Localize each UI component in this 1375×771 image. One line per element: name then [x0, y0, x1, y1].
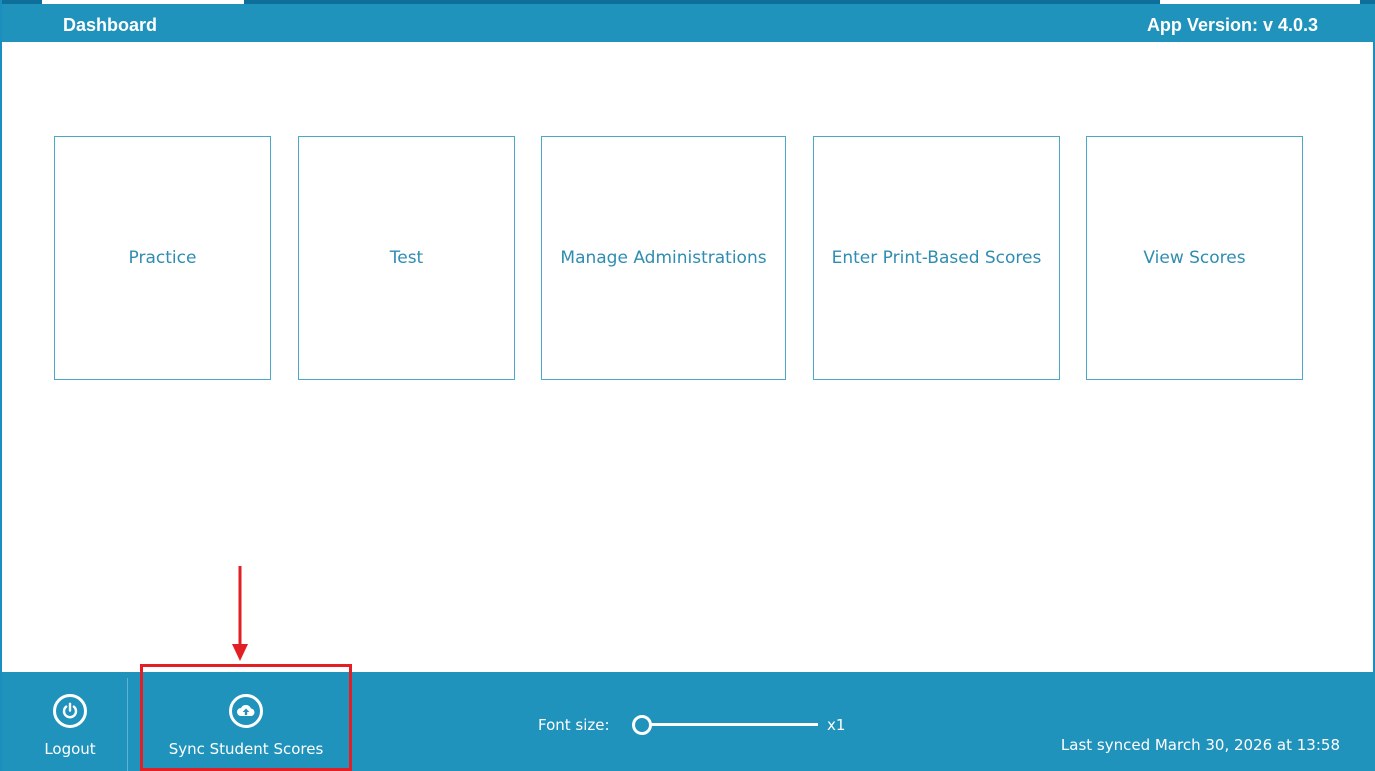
logout-button[interactable]: Logout: [20, 672, 120, 771]
test-tile-label: Test: [389, 248, 424, 268]
sync-student-scores-button[interactable]: Sync Student Scores: [147, 672, 345, 771]
font-size-value: x1: [827, 716, 846, 734]
last-synced-text: Last synced March 30, 2026 at 13:58: [1060, 736, 1340, 754]
manage-administrations-tile-label: Manage Administrations: [560, 248, 767, 268]
app-window: Dashboard App Version: v 4.0.3 Practice …: [0, 0, 1375, 771]
practice-tile[interactable]: Practice: [54, 136, 271, 380]
manage-administrations-tile[interactable]: Manage Administrations: [541, 136, 786, 380]
header-bar: Dashboard App Version: v 4.0.3: [2, 0, 1375, 42]
footer-divider: [127, 678, 128, 771]
view-scores-tile-label: View Scores: [1143, 248, 1246, 268]
header-top-highlight-right: [1160, 0, 1360, 4]
app-version: App Version: v 4.0.3: [1146, 15, 1318, 35]
font-size-slider-track: [642, 723, 818, 726]
power-icon: [53, 694, 87, 728]
font-size-slider-thumb[interactable]: [632, 715, 652, 735]
enter-print-based-scores-tile[interactable]: Enter Print-Based Scores: [813, 136, 1060, 380]
red-arrow-annotation: [232, 566, 248, 661]
view-scores-tile[interactable]: View Scores: [1086, 136, 1303, 380]
sync-student-scores-label: Sync Student Scores: [168, 740, 324, 758]
font-size-slider[interactable]: [632, 712, 822, 738]
page-title: Dashboard: [63, 15, 158, 35]
test-tile[interactable]: Test: [298, 136, 515, 380]
practice-tile-label: Practice: [128, 248, 197, 268]
logout-label: Logout: [44, 740, 96, 758]
header-top-highlight: [42, 0, 244, 4]
cloud-upload-icon: [229, 694, 263, 728]
font-size-label: Font size:: [538, 716, 610, 734]
enter-print-based-scores-tile-label: Enter Print-Based Scores: [831, 248, 1042, 268]
